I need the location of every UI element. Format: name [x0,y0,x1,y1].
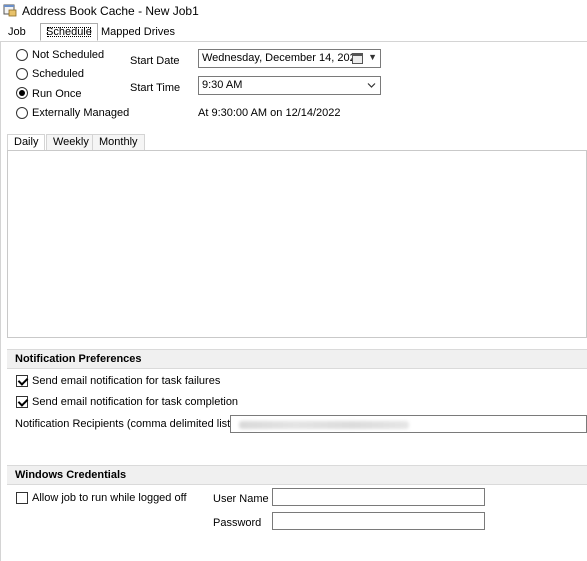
tab-weekly[interactable]: Weekly [46,134,96,150]
notification-preferences-header: Notification Preferences [7,349,587,369]
start-time-label: Start Time [130,82,181,94]
recipients-input[interactable] [230,415,587,433]
section-title: Notification Preferences [15,353,142,365]
tab-job[interactable]: Job [3,24,31,41]
schedule-summary: At 9:30:00 AM on 12/14/2022 [198,107,341,119]
start-date-label: Start Date [130,55,180,67]
radio-label-externally-managed: Externally Managed [32,107,130,119]
start-date-picker[interactable]: Wednesday, December 14, 2022 ▼ [198,49,381,68]
title-bar: Address Book Cache - New Job1 [0,0,587,22]
task-completion-label: Send email notification for task complet… [32,396,239,408]
start-time-dropdown[interactable]: 9:30 AM [198,76,381,95]
password-label: Password [213,517,262,529]
task-failure-label: Send email notification for task failure… [32,375,221,387]
section-title: Windows Credentials [15,469,127,481]
allow-logged-off-label: Allow job to run while logged off [32,492,187,504]
calendar-icon[interactable] [352,53,363,64]
start-date-value: Wednesday, December 14, 2022 [202,52,362,64]
window-title: Address Book Cache - New Job1 [22,4,199,18]
password-input[interactable] [272,512,485,530]
window-border [0,42,1,561]
tab-mapped-drives[interactable]: Mapped Drives [96,24,180,41]
recipients-label: Notification Recipients (comma delimited… [15,418,234,430]
radio-label-scheduled: Scheduled [32,68,84,80]
radio-label-run-once: Run Once [32,88,82,100]
chevron-down-icon[interactable]: ▼ [368,52,377,62]
start-time-value: 9:30 AM [202,79,243,91]
tab-schedule[interactable]: Schedule [40,23,98,41]
redacted-recipients [239,421,409,429]
allow-logged-off-checkbox[interactable] [16,492,28,504]
radio-externally-managed[interactable] [16,107,28,119]
windows-credentials-header: Windows Credentials [7,465,587,485]
app-window-icon [3,4,17,17]
radio-label-not-scheduled: Not Scheduled [32,49,105,61]
task-failure-checkbox[interactable] [16,375,28,387]
radio-not-scheduled[interactable] [16,49,28,61]
username-label: User Name [213,493,269,505]
radio-scheduled[interactable] [16,68,28,80]
task-completion-checkbox[interactable] [16,396,28,408]
chevron-down-icon[interactable] [367,82,376,89]
tab-monthly[interactable]: Monthly [92,134,145,150]
username-input[interactable] [272,488,485,506]
recurrence-panel [7,150,587,338]
tab-daily[interactable]: Daily [7,134,46,150]
radio-run-once[interactable] [16,87,28,99]
